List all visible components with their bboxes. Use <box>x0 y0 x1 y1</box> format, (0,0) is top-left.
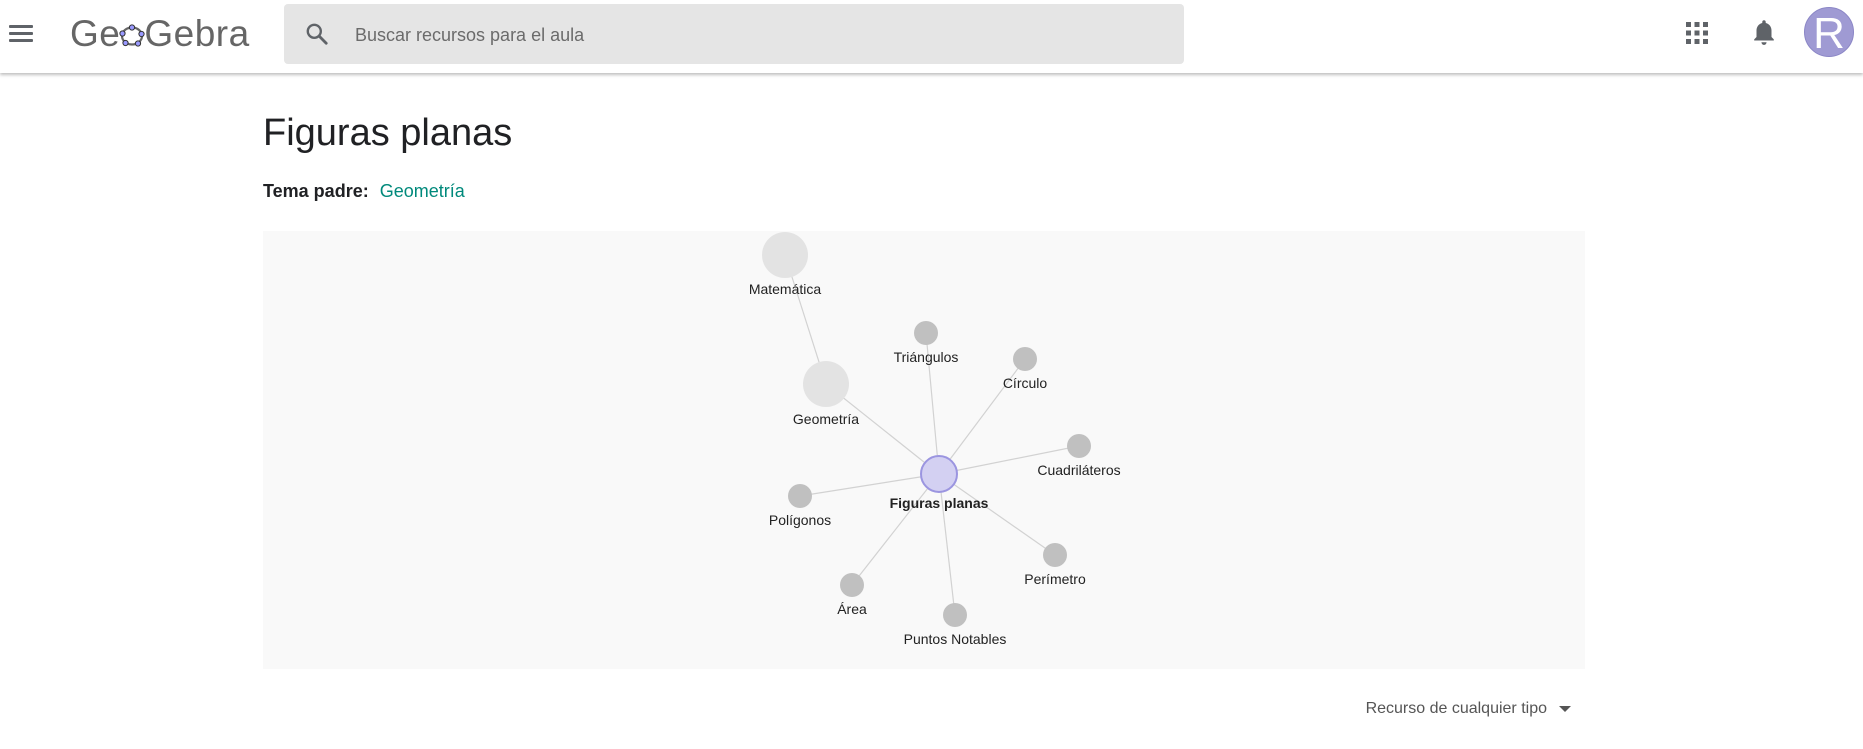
graph-node-label: Matemática <box>749 281 822 297</box>
search-input[interactable] <box>353 12 1167 58</box>
topic-graph: Matemática Geometría Triángulos Círculo … <box>263 231 1585 669</box>
node-circle[interactable] <box>762 232 808 278</box>
node-circle[interactable] <box>943 603 967 627</box>
search-bar <box>284 4 1184 64</box>
node-circle[interactable] <box>803 361 849 407</box>
parent-topic-label: Tema padre: <box>263 181 369 201</box>
graph-node-label: Puntos Notables <box>904 631 1007 647</box>
menu-icon[interactable] <box>6 18 36 48</box>
node-circle[interactable] <box>1043 543 1067 567</box>
node-circle[interactable] <box>840 573 864 597</box>
resource-type-filter[interactable]: Recurso de cualquier tipo <box>1366 700 1571 718</box>
graph-node-triangulos[interactable]: Triángulos <box>894 321 959 365</box>
geogebra-logo[interactable]: Ge Gebra <box>70 13 250 55</box>
graph-node-area[interactable]: Área <box>837 573 867 617</box>
node-circle[interactable] <box>788 484 812 508</box>
node-circle[interactable] <box>1067 434 1091 458</box>
topic-graph-canvas: Matemática Geometría Triángulos Círculo … <box>749 232 1121 647</box>
edge-figuras-perimetro <box>938 473 1056 556</box>
graph-node-cuadrilateros[interactable]: Cuadriláteros <box>1037 434 1121 478</box>
graph-node-perimetro[interactable]: Perímetro <box>1024 543 1086 587</box>
parent-topic-link[interactable]: Geometría <box>380 181 465 201</box>
page-title: Figuras planas <box>263 112 513 154</box>
parent-topic-row: Tema padre: Geometría <box>263 181 465 202</box>
resource-type-filter-label: Recurso de cualquier tipo <box>1365 700 1547 717</box>
graph-node-matematica[interactable]: Matemática <box>749 232 822 297</box>
search-icon[interactable] <box>304 21 330 47</box>
top-bar: GeGebra R <box>0 0 1863 73</box>
graph-node-figuras-planas[interactable]: Figuras planas <box>890 455 989 511</box>
graph-node-circulo[interactable]: Círculo <box>1003 347 1048 391</box>
notifications-bell-icon[interactable] <box>1750 18 1778 48</box>
geogebra-logo-mark <box>119 24 145 47</box>
edge-figuras-area <box>851 473 940 586</box>
dropdown-arrow-icon <box>1559 706 1571 712</box>
node-circle-current[interactable] <box>920 455 958 493</box>
graph-node-label: Polígonos <box>769 512 831 528</box>
node-circle[interactable] <box>1013 347 1037 371</box>
graph-node-label: Círculo <box>1003 375 1048 391</box>
graph-node-poligonos[interactable]: Polígonos <box>769 484 831 528</box>
graph-node-geometria[interactable]: Geometría <box>793 361 859 427</box>
graph-node-label: Triángulos <box>894 349 959 365</box>
graph-node-label: Geometría <box>793 411 859 427</box>
node-circle[interactable] <box>914 321 938 345</box>
graph-node-label: Área <box>837 601 867 617</box>
graph-node-label-current: Figuras planas <box>890 495 989 511</box>
apps-grid-icon[interactable] <box>1686 22 1708 44</box>
edge-figuras-poligonos <box>799 473 940 497</box>
graph-node-label: Perímetro <box>1024 571 1086 587</box>
user-avatar[interactable]: R <box>1804 7 1854 58</box>
graph-node-label: Cuadriláteros <box>1037 462 1120 478</box>
graph-node-puntos-notables[interactable]: Puntos Notables <box>904 603 1007 647</box>
